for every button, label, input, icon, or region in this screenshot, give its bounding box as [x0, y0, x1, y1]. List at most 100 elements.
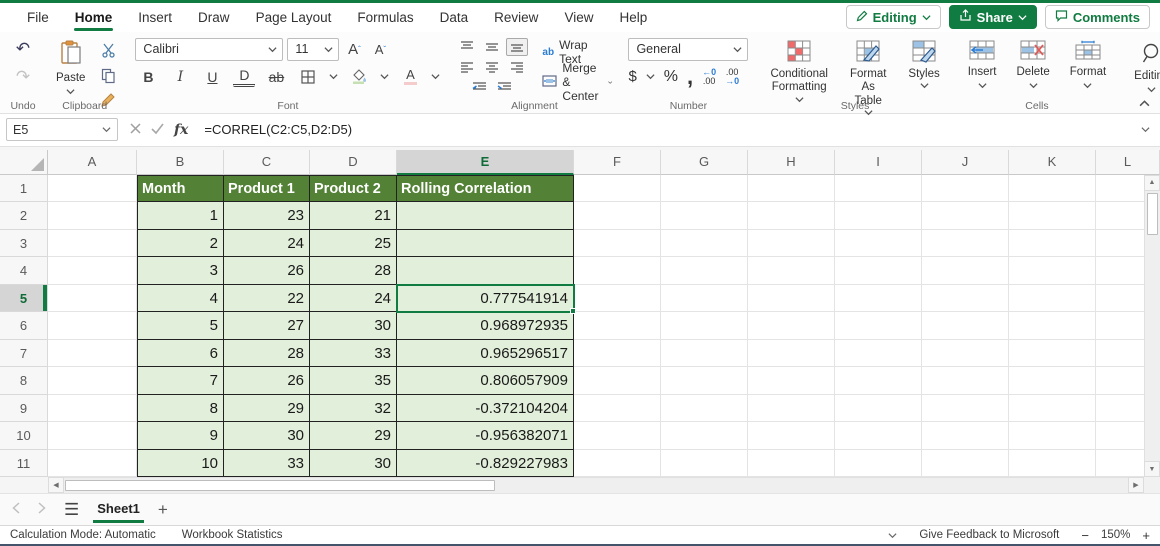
bottom-align-button[interactable]	[506, 38, 528, 56]
column-header-K[interactable]: K	[1009, 150, 1096, 175]
column-header-I[interactable]: I	[835, 150, 922, 175]
zoom-out-button[interactable]: −	[1081, 528, 1089, 543]
comma-format-button[interactable]: ,	[687, 71, 693, 82]
cell-styles-button[interactable]: Styles	[902, 38, 945, 97]
borders-button[interactable]	[297, 66, 319, 88]
cell-J2[interactable]	[922, 202, 1009, 230]
cell-F4[interactable]	[574, 257, 661, 285]
cell-J8[interactable]	[922, 367, 1009, 395]
menu-tab-data[interactable]: Data	[427, 3, 482, 32]
horizontal-scrollbar[interactable]: ◀ ▶	[48, 477, 1144, 493]
cell-G5[interactable]	[661, 285, 748, 313]
redo-button[interactable]: ↷	[12, 66, 34, 88]
row-header-9[interactable]: 9	[0, 395, 48, 423]
cell-B6[interactable]: 5	[137, 312, 224, 340]
cell-F6[interactable]	[574, 312, 661, 340]
column-header-G[interactable]: G	[661, 150, 748, 175]
cell-B5[interactable]: 4	[137, 285, 224, 313]
cell-G2[interactable]	[661, 202, 748, 230]
cell-H8[interactable]	[748, 367, 835, 395]
cell-A1[interactable]	[48, 175, 137, 203]
cell-G7[interactable]	[661, 340, 748, 368]
column-header-H[interactable]: H	[748, 150, 835, 175]
cell-H10[interactable]	[748, 422, 835, 450]
cell-F11[interactable]	[574, 450, 661, 478]
vertical-scroll-thumb[interactable]	[1147, 193, 1158, 235]
cell-J5[interactable]	[922, 285, 1009, 313]
cell-B2[interactable]: 1	[137, 202, 224, 230]
cell-E3[interactable]	[397, 230, 574, 258]
middle-align-button[interactable]	[481, 38, 503, 56]
menu-tab-home[interactable]: Home	[62, 3, 126, 32]
cell-C3[interactable]: 24	[224, 230, 310, 258]
cell-D9[interactable]: 32	[310, 395, 397, 423]
cell-E2[interactable]	[397, 202, 574, 230]
cell-K3[interactable]	[1009, 230, 1096, 258]
decrease-decimal-button[interactable]: .00→0	[725, 68, 739, 86]
currency-format-button[interactable]: $	[628, 68, 636, 85]
menu-tab-draw[interactable]: Draw	[185, 3, 243, 32]
row-header-4[interactable]: 4	[0, 257, 48, 285]
cell-B3[interactable]: 2	[137, 230, 224, 258]
cell-E10[interactable]: -0.956382071	[397, 422, 574, 450]
chevron-down-icon[interactable]	[431, 72, 440, 81]
cell-J11[interactable]	[922, 450, 1009, 478]
cell-A10[interactable]	[48, 422, 137, 450]
select-all-corner[interactable]	[0, 150, 48, 175]
cell-H11[interactable]	[748, 450, 835, 478]
cell-K2[interactable]	[1009, 202, 1096, 230]
add-sheet-button[interactable]: +	[158, 500, 168, 520]
row-header-1[interactable]: 1	[0, 175, 48, 203]
cell-C1[interactable]: Product 1	[224, 175, 310, 203]
font-color-button[interactable]: A	[399, 66, 421, 88]
cell-I10[interactable]	[835, 422, 922, 450]
cell-H7[interactable]	[748, 340, 835, 368]
row-header-5[interactable]: 5	[0, 285, 48, 313]
chevron-down-icon[interactable]	[329, 72, 338, 81]
cell-K4[interactable]	[1009, 257, 1096, 285]
cell-F1[interactable]	[574, 175, 661, 203]
cell-B10[interactable]: 9	[137, 422, 224, 450]
cell-K8[interactable]	[1009, 367, 1096, 395]
scroll-left-arrow[interactable]: ◀	[48, 477, 64, 493]
cell-J6[interactable]	[922, 312, 1009, 340]
underline-button[interactable]: U	[201, 66, 223, 88]
column-header-L[interactable]: L	[1096, 150, 1160, 175]
editing-mode-button[interactable]: Editing	[846, 5, 941, 29]
font-size-select[interactable]: 11	[287, 38, 339, 61]
column-header-A[interactable]: A	[48, 150, 137, 175]
row-header-10[interactable]: 10	[0, 422, 48, 450]
cell-H1[interactable]	[748, 175, 835, 203]
row-header-11[interactable]: 11	[0, 450, 48, 478]
cell-A4[interactable]	[48, 257, 137, 285]
cell-C5[interactable]: 22	[224, 285, 310, 313]
cell-G10[interactable]	[661, 422, 748, 450]
cell-G1[interactable]	[661, 175, 748, 203]
cell-C7[interactable]: 28	[224, 340, 310, 368]
scroll-right-arrow[interactable]: ▶	[1128, 477, 1144, 493]
row-header-2[interactable]: 2	[0, 202, 48, 230]
previous-sheet-chevron[interactable]	[12, 501, 24, 519]
cut-button[interactable]	[97, 40, 119, 62]
scroll-up-arrow[interactable]: ▲	[1144, 175, 1160, 191]
cell-K9[interactable]	[1009, 395, 1096, 423]
formula-input[interactable]: =CORREL(C2:C5,D2:D5)	[200, 122, 1135, 137]
top-align-button[interactable]	[456, 38, 478, 56]
cell-E11[interactable]: -0.829227983	[397, 450, 574, 478]
decrease-indent-button[interactable]	[469, 78, 491, 96]
column-header-C[interactable]: C	[224, 150, 310, 175]
cell-A8[interactable]	[48, 367, 137, 395]
decrease-font-size-button[interactable]: Aˇ	[369, 38, 391, 60]
cell-I9[interactable]	[835, 395, 922, 423]
cell-B9[interactable]: 8	[137, 395, 224, 423]
horizontal-scroll-thumb[interactable]	[65, 480, 495, 491]
cell-D7[interactable]: 33	[310, 340, 397, 368]
cell-F7[interactable]	[574, 340, 661, 368]
cell-I6[interactable]	[835, 312, 922, 340]
cell-D2[interactable]: 21	[310, 202, 397, 230]
cell-A6[interactable]	[48, 312, 137, 340]
cell-D5[interactable]: 24	[310, 285, 397, 313]
cell-I4[interactable]	[835, 257, 922, 285]
cell-I2[interactable]	[835, 202, 922, 230]
column-header-F[interactable]: F	[574, 150, 661, 175]
